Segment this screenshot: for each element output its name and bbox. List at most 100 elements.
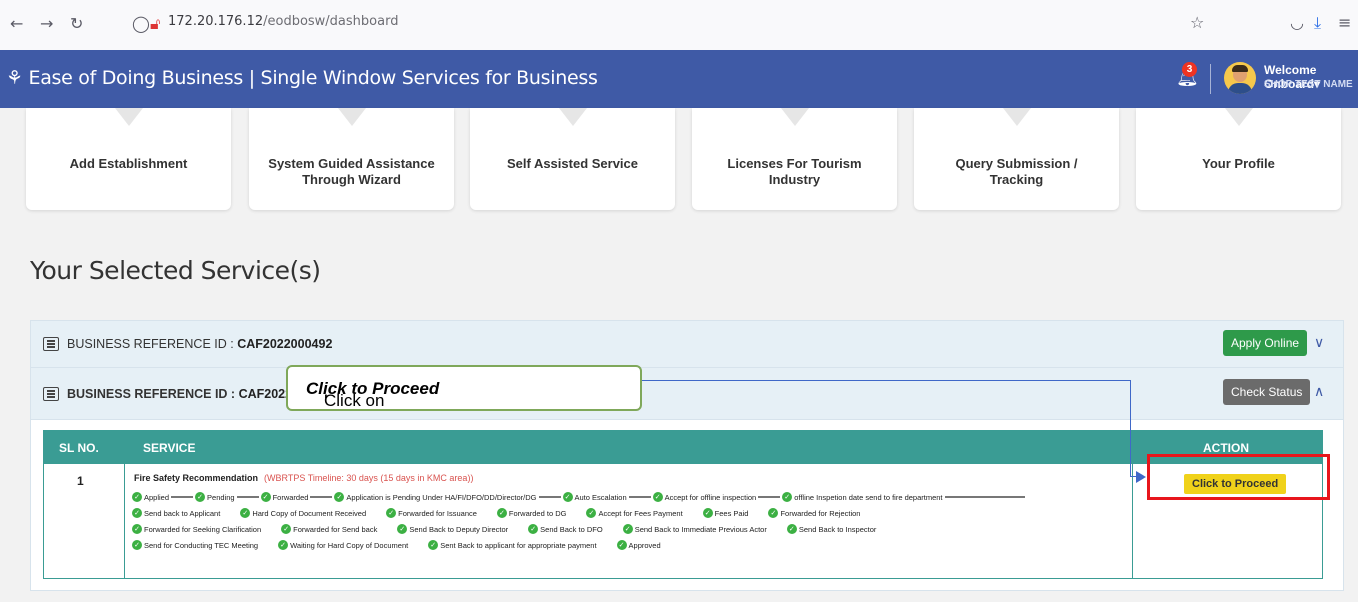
header-divider: [1210, 64, 1211, 94]
connector: [628, 496, 651, 498]
url-host: 172.20.176.12: [168, 14, 264, 29]
table-row: 1 Fire Safety Recommendation (WBRTPS Time…: [43, 464, 1323, 579]
reference-label: BUSINESS REFERENCE ID : CAF2022000492: [67, 337, 333, 351]
status-step: ✓ Send back to Applicant: [132, 508, 220, 518]
status-track-3: ✓ Forwarded for Seeking Clarification ✓ Fo…: [132, 522, 876, 536]
service-panel: SL NO. SERVICE ACTION 1 Fire Safety Reco…: [30, 419, 1344, 591]
status-step: ✓ Waiting for Hard Copy of Document: [278, 540, 408, 550]
status-step: ✓ Forwarded for Send back: [281, 524, 377, 534]
arrow-head-icon: [1136, 471, 1146, 483]
reference-row[interactable]: BUSINESS REFERENCE ID : CAF2022000492 Ap…: [30, 320, 1344, 368]
check-icon: ✓: [132, 540, 142, 550]
service-cards: Add Establishment System Guided Assistan…: [0, 108, 1358, 210]
download-icon[interactable]: ⤓: [1314, 13, 1321, 33]
check-icon: ✓: [496, 508, 507, 518]
bookmark-star-icon[interactable]: ☆: [1190, 13, 1204, 32]
instruction-callout: Click on ‘Click to Proceed’: [286, 365, 642, 411]
list-icon: [43, 387, 59, 401]
column-divider: [1132, 464, 1133, 578]
app-title[interactable]: ⚘ Ease of Doing Business | Single Window…: [6, 67, 598, 89]
check-icon: ✓: [702, 508, 713, 518]
shield-icon[interactable]: ◯: [132, 14, 150, 33]
card-label: System Guided Assistance Through Wizard: [268, 156, 435, 187]
check-icon: ✓: [786, 524, 797, 534]
card-licenses-tourism[interactable]: Licenses For Tourism Industry: [692, 108, 897, 210]
check-status-button[interactable]: Check Status: [1223, 379, 1311, 405]
status-step: ✓ Forwarded for Seeking Clarification: [132, 524, 261, 534]
connector: [538, 496, 561, 498]
app-header: ⚘ Ease of Doing Business | Single Window…: [0, 50, 1358, 108]
status-step: ✓ Application is Pending Under HA/FI/DFO/…: [334, 492, 537, 502]
check-icon: ✓: [334, 492, 345, 502]
check-icon: ✓: [616, 540, 627, 550]
browser-toolbar: ← → ↻ ◯ 🔓︎ 172.20.176.12/eodbosw/dashboa…: [0, 0, 1358, 51]
status-step: ✓ Send Back to Immediate Previous Actor: [622, 524, 767, 534]
user-name: SHOP TEST NAME: [1264, 79, 1353, 90]
status-step: ✓ Forwarded for Rejection: [768, 508, 860, 518]
logo-icon: ⚘: [6, 67, 23, 89]
check-icon: ✓: [132, 508, 142, 518]
callout-arrow: [1130, 380, 1131, 476]
chevron-down-icon[interactable]: ∨: [1314, 335, 1324, 351]
back-icon[interactable]: ←: [10, 14, 23, 33]
card-notch: [1002, 108, 1031, 126]
check-icon: ✓: [386, 508, 397, 518]
menu-icon[interactable]: ≡: [1338, 13, 1351, 32]
card-self-assisted-service[interactable]: Self Assisted Service: [470, 108, 675, 210]
check-icon: ✓: [782, 492, 793, 502]
status-step: ✓ Applied: [132, 492, 169, 502]
card-label: Self Assisted Service: [506, 156, 639, 171]
connector: [171, 496, 194, 498]
table-header: SL NO. SERVICE ACTION: [43, 430, 1323, 464]
card-notch: [114, 108, 143, 126]
callout-text: Click on ‘Click to Proceed’: [306, 379, 440, 410]
apply-online-button[interactable]: Apply Online: [1223, 330, 1308, 356]
card-system-guided-assistance[interactable]: System Guided Assistance Through Wizard: [249, 108, 454, 210]
avatar[interactable]: [1224, 62, 1256, 94]
header-sl-no: SL NO.: [59, 441, 99, 455]
check-icon: ✓: [562, 492, 573, 502]
status-step: ✓ Approved: [616, 540, 661, 550]
check-icon: ✓: [428, 540, 439, 550]
check-icon: ✓: [622, 524, 633, 534]
forward-icon[interactable]: →: [40, 14, 53, 33]
card-notch: [337, 108, 366, 126]
card-label: Licenses For Tourism Industry: [727, 156, 862, 187]
chevron-up-icon[interactable]: ∧: [1314, 384, 1324, 400]
header-action: ACTION: [1203, 441, 1249, 455]
check-icon: ✓: [260, 492, 271, 502]
connector: [236, 496, 259, 498]
card-your-profile[interactable]: Your Profile: [1136, 108, 1341, 210]
reload-icon[interactable]: ↻: [70, 14, 83, 33]
check-icon: ✓: [528, 524, 539, 534]
card-notch: [1224, 108, 1253, 126]
avatar-body: [1228, 83, 1252, 94]
card-query-submission[interactable]: Query Submission / Tracking: [914, 108, 1119, 210]
check-icon: ✓: [586, 508, 597, 518]
status-step: ✓ Forwarded to DG: [496, 508, 566, 518]
status-step: ✓ Accept for offline inspection: [652, 492, 756, 502]
header-service: SERVICE: [143, 441, 196, 455]
app-title-text: Ease of Doing Business | Single Window S…: [28, 67, 598, 89]
status-step: ✓ Forwarded: [260, 492, 308, 502]
callout-arrow: [642, 380, 1130, 381]
service-name: Fire Safety Recommendation (WBRTPS Timeli…: [134, 473, 474, 483]
avatar-hair: [1232, 65, 1248, 72]
status-step: ✓ Auto Escalation: [562, 492, 627, 502]
status-step: ✓ Send Back to Deputy Director: [397, 524, 508, 534]
url-path: /eodbosw/dashboard: [263, 14, 399, 29]
status-step: ✓ Send for Conducting TEC Meeting: [132, 540, 258, 550]
connector: [310, 496, 333, 498]
url-bar[interactable]: 172.20.176.12/eodbosw/dashboard: [168, 14, 398, 29]
card-add-establishment[interactable]: Add Establishment: [26, 108, 231, 210]
check-icon: ✓: [195, 492, 206, 502]
check-icon: ✓: [652, 492, 663, 502]
list-icon: [43, 337, 59, 351]
status-track-1: ✓ Applied ✓ Pending ✓ Forwarded ✓ Applicatio…: [132, 490, 1027, 504]
pocket-icon[interactable]: ◡: [1290, 13, 1304, 32]
check-icon: ✓: [281, 524, 292, 534]
check-icon: ✓: [768, 508, 779, 518]
status-track-2: ✓ Send back to Applicant ✓ Hard Copy of Do…: [132, 506, 860, 520]
insecure-lock-icon[interactable]: 🔓︎: [150, 14, 160, 34]
reference-row-expanded[interactable]: BUSINESS REFERENCE ID : CAF2022000 Check…: [30, 367, 1344, 421]
